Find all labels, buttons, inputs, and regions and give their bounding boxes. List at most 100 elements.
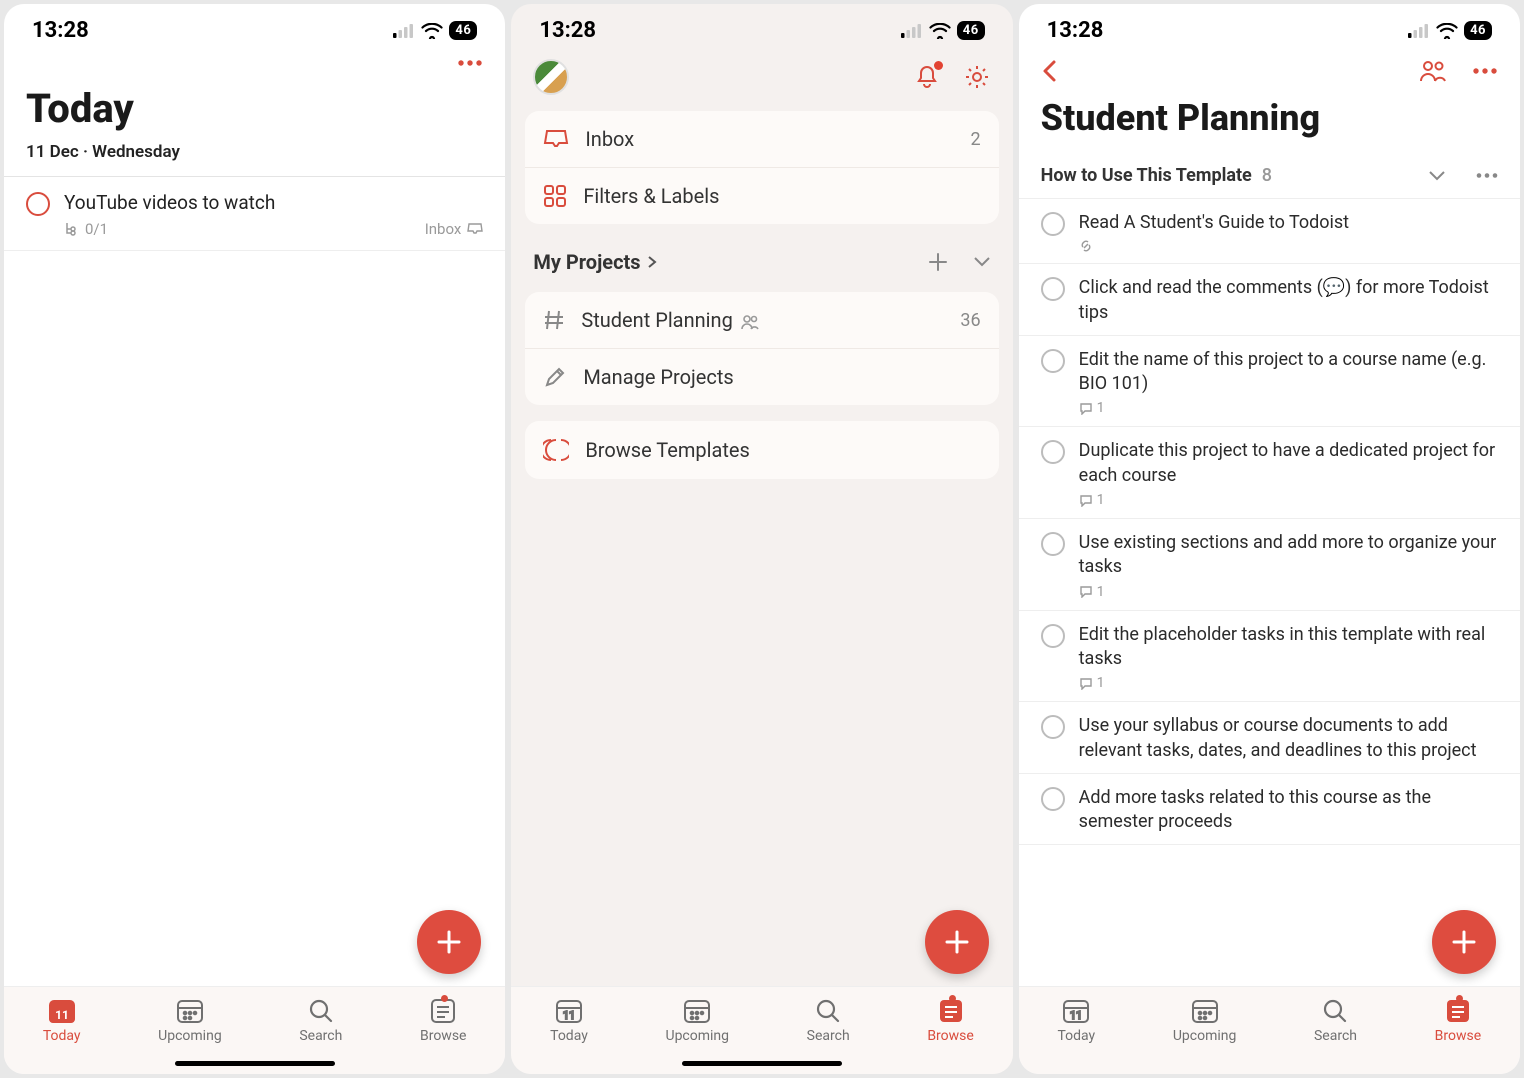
task-row[interactable]: Use existing sections and add more to or… bbox=[1019, 519, 1520, 611]
task-checkbox[interactable] bbox=[26, 192, 50, 216]
subtask-meta: 0/1 bbox=[64, 220, 108, 238]
comment-icon bbox=[1079, 402, 1093, 415]
task-row[interactable]: Duplicate this project to have a dedicat… bbox=[1019, 427, 1520, 519]
status-bar: 13:28 46 bbox=[4, 4, 505, 51]
section-more-icon[interactable] bbox=[1476, 172, 1498, 179]
tab-search[interactable]: Search bbox=[807, 997, 850, 1044]
task-checkbox[interactable] bbox=[1041, 349, 1065, 373]
pencil-icon bbox=[543, 365, 567, 389]
tab-browse[interactable]: Browse bbox=[927, 997, 973, 1044]
tab-today[interactable]: 11 Today bbox=[550, 997, 588, 1044]
search-icon bbox=[813, 997, 843, 1025]
task-row[interactable]: YouTube videos to watch 0/1 Inbox bbox=[4, 177, 505, 251]
tab-search[interactable]: Search bbox=[299, 997, 342, 1044]
my-projects-header[interactable]: My Projects bbox=[511, 232, 1012, 284]
status-time: 13:28 bbox=[539, 18, 596, 43]
link-icon bbox=[1079, 239, 1093, 253]
share-icon[interactable] bbox=[1418, 59, 1448, 83]
home-indicator bbox=[682, 1061, 842, 1066]
date-subtitle: 11 Dec · Wednesday bbox=[4, 138, 505, 176]
tab-browse[interactable]: Browse bbox=[1435, 997, 1481, 1044]
task-title: Use your syllabus or course documents to… bbox=[1079, 714, 1498, 763]
status-time: 13:28 bbox=[32, 18, 89, 43]
task-title: Edit the name of this project to a cours… bbox=[1079, 348, 1498, 397]
svg-text:11: 11 bbox=[563, 1009, 575, 1022]
avatar[interactable] bbox=[533, 59, 569, 95]
battery-indicator: 46 bbox=[1464, 21, 1492, 40]
more-icon[interactable] bbox=[1472, 67, 1498, 75]
tab-upcoming[interactable]: Upcoming bbox=[1173, 997, 1237, 1044]
inbox-icon bbox=[467, 222, 483, 236]
back-button[interactable] bbox=[1041, 59, 1057, 83]
task-row[interactable]: Edit the placeholder tasks in this templ… bbox=[1019, 611, 1520, 703]
wifi-icon bbox=[421, 23, 443, 39]
comment-count: 1 bbox=[1079, 492, 1498, 508]
screen-today: 13:28 46 Today 11 Dec · Wednesday YouTub… bbox=[4, 4, 505, 1074]
today-icon: 11 bbox=[1061, 997, 1091, 1025]
notifications-icon[interactable] bbox=[913, 63, 941, 91]
project-item[interactable]: Student Planning 36 bbox=[525, 292, 998, 349]
templates-label: Browse Templates bbox=[585, 438, 980, 462]
chevron-down-icon[interactable] bbox=[1428, 170, 1446, 182]
browse-templates-item[interactable]: Browse Templates bbox=[525, 421, 998, 479]
tab-today[interactable]: 11 Today bbox=[1057, 997, 1095, 1044]
tab-upcoming[interactable]: Upcoming bbox=[158, 997, 222, 1044]
comment-icon bbox=[1079, 585, 1093, 598]
task-checkbox[interactable] bbox=[1041, 440, 1065, 464]
templates-icon bbox=[543, 437, 569, 463]
templates-card: Browse Templates bbox=[525, 421, 998, 479]
svg-text:11: 11 bbox=[55, 1008, 69, 1022]
screen-browse: 13:28 46 Inbox 2 Filters & Labels bbox=[511, 4, 1012, 1074]
filters-item[interactable]: Filters & Labels bbox=[525, 168, 998, 224]
browse-header bbox=[511, 51, 1012, 103]
status-indicators: 46 bbox=[901, 21, 985, 40]
task-checkbox[interactable] bbox=[1041, 715, 1065, 739]
task-checkbox[interactable] bbox=[1041, 624, 1065, 648]
more-icon[interactable] bbox=[457, 59, 483, 67]
project-header bbox=[1019, 51, 1520, 91]
home-indicator bbox=[175, 1061, 335, 1066]
task-row[interactable]: Read A Student's Guide to Todoist bbox=[1019, 199, 1520, 264]
today-header bbox=[4, 51, 505, 75]
status-bar: 13:28 46 bbox=[1019, 4, 1520, 51]
hash-icon bbox=[543, 309, 565, 331]
screen-project: 13:28 46 Student Planning How to Use Thi… bbox=[1019, 4, 1520, 1074]
notification-dot bbox=[949, 995, 956, 1002]
task-checkbox[interactable] bbox=[1041, 277, 1065, 301]
tab-search[interactable]: Search bbox=[1314, 997, 1357, 1044]
task-title: Use existing sections and add more to or… bbox=[1079, 531, 1498, 580]
task-row[interactable]: Add more tasks related to this course as… bbox=[1019, 774, 1520, 846]
upcoming-icon bbox=[175, 997, 205, 1025]
tab-browse[interactable]: Browse bbox=[420, 997, 466, 1044]
tab-today[interactable]: 11 Today bbox=[43, 997, 81, 1044]
add-task-fab[interactable] bbox=[925, 910, 989, 974]
task-row[interactable]: Edit the name of this project to a cours… bbox=[1019, 336, 1520, 428]
search-icon bbox=[1320, 997, 1350, 1025]
cellular-icon bbox=[1408, 24, 1430, 38]
tab-upcoming[interactable]: Upcoming bbox=[665, 997, 729, 1044]
inbox-item[interactable]: Inbox 2 bbox=[525, 111, 998, 168]
settings-icon[interactable] bbox=[963, 63, 991, 91]
add-project-icon[interactable] bbox=[927, 251, 949, 273]
svg-text:11: 11 bbox=[1070, 1009, 1082, 1022]
projects-card: Student Planning 36 Manage Projects bbox=[525, 292, 998, 405]
status-time: 13:28 bbox=[1047, 18, 1104, 43]
task-row[interactable]: Use your syllabus or course documents to… bbox=[1019, 702, 1520, 774]
section-header[interactable]: How to Use This Template 8 bbox=[1019, 153, 1520, 199]
grid-icon bbox=[543, 184, 567, 208]
wifi-icon bbox=[929, 23, 951, 39]
task-checkbox[interactable] bbox=[1041, 787, 1065, 811]
link-indicator bbox=[1079, 239, 1498, 253]
task-checkbox[interactable] bbox=[1041, 212, 1065, 236]
add-task-fab[interactable] bbox=[1432, 910, 1496, 974]
comment-icon bbox=[1079, 677, 1093, 690]
comment-icon bbox=[1079, 494, 1093, 507]
chevron-down-icon[interactable] bbox=[973, 256, 991, 268]
comment-count: 1 bbox=[1079, 584, 1498, 600]
today-icon: 11 bbox=[554, 997, 584, 1025]
task-row[interactable]: Click and read the comments (💬) for more… bbox=[1019, 264, 1520, 336]
manage-projects-item[interactable]: Manage Projects bbox=[525, 349, 998, 405]
page-title: Today bbox=[4, 75, 505, 138]
add-task-fab[interactable] bbox=[417, 910, 481, 974]
task-checkbox[interactable] bbox=[1041, 532, 1065, 556]
